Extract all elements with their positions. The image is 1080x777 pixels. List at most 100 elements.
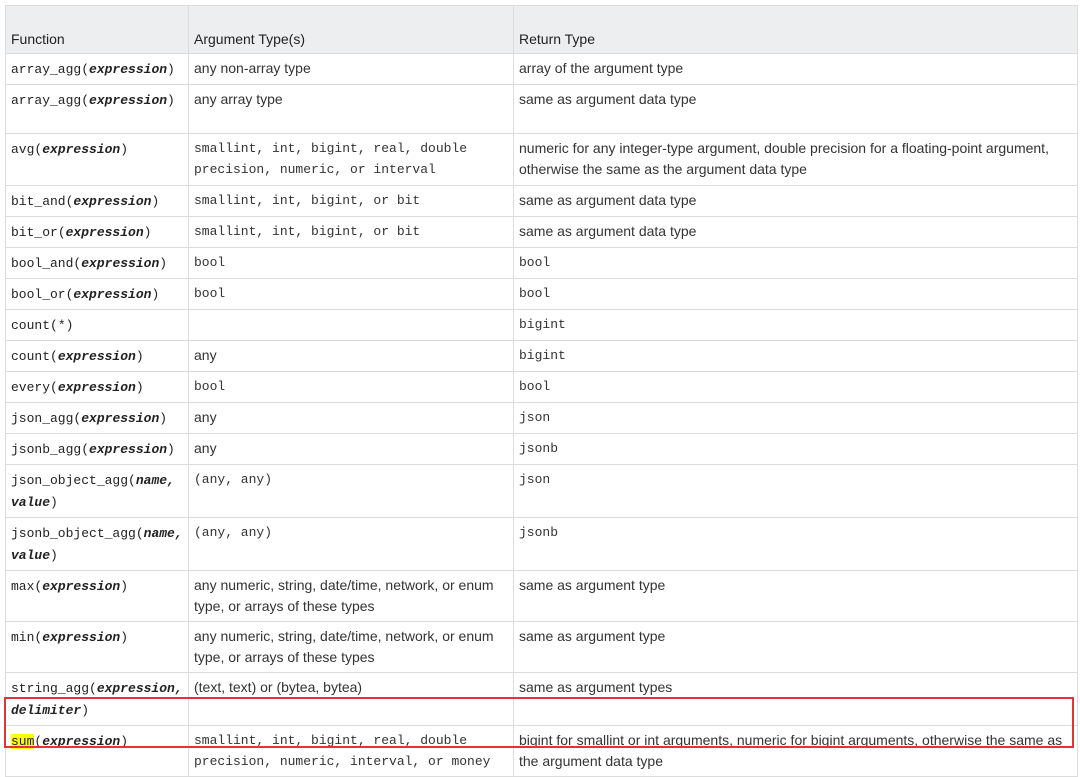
return-type-text: jsonb <box>519 525 559 540</box>
table-row: every(expression) bool bool <box>5 371 1078 403</box>
function-cell: avg(expression) <box>5 133 189 186</box>
table-row: max(expression) any numeric, string, dat… <box>5 570 1078 622</box>
return-type-cell: same as argument type <box>513 621 1078 673</box>
return-type-cell: json <box>513 402 1078 434</box>
return-type-cell: same as argument data type <box>513 216 1078 248</box>
table-row: jsonb_object_agg(name, value) (any, any)… <box>5 517 1078 571</box>
argument-types-text: any numeric, string, date/time, network,… <box>194 628 494 665</box>
function-cell: count(expression) <box>5 340 189 372</box>
argument-types-cell <box>188 309 514 341</box>
table-row: jsonb_agg(expression) any jsonb <box>5 433 1078 465</box>
argument-types-text: smallint, int, bigint, real, double prec… <box>194 141 468 177</box>
argument-types-text: smallint, int, bigint, real, double prec… <box>194 733 491 769</box>
function-args: expression <box>42 734 121 749</box>
argument-types-cell: smallint, int, bigint, real, double prec… <box>188 725 514 777</box>
function-name: bool_or <box>11 287 66 302</box>
return-type-text: same as argument type <box>519 628 666 644</box>
table-row: bit_or(expression) smallint, int, bigint… <box>5 216 1078 248</box>
argument-types-text: any array type <box>194 91 283 107</box>
argument-types-text: (any, any) <box>194 472 273 487</box>
return-type-text: bigint <box>519 317 566 332</box>
function-cell: count(*) <box>5 309 189 341</box>
argument-types-cell: (any, any) <box>188 517 514 571</box>
argument-types-cell: smallint, int, bigint, or bit <box>188 216 514 248</box>
table-row: count(expression) any bigint <box>5 340 1078 372</box>
function-cell: max(expression) <box>5 570 189 622</box>
return-type-text: json <box>519 472 551 487</box>
return-type-text: same as argument data type <box>519 192 697 208</box>
argument-types-cell: smallint, int, bigint, or bit <box>188 185 514 217</box>
return-type-cell: bigint <box>513 309 1078 341</box>
function-name: array_agg <box>11 93 82 108</box>
function-cell: bit_or(expression) <box>5 216 189 248</box>
table-row: min(expression) any numeric, string, dat… <box>5 621 1078 673</box>
return-type-cell: bigint for smallint or int arguments, nu… <box>513 725 1078 777</box>
function-cell: sum(expression) <box>5 725 189 777</box>
header-function: Function <box>5 5 189 54</box>
argument-types-text: smallint, int, bigint, or bit <box>194 224 421 239</box>
search-highlight-mark: sum <box>11 734 35 749</box>
function-name: string_agg <box>11 681 90 696</box>
function-cell: bool_and(expression) <box>5 247 189 279</box>
return-type-cell: same as argument type <box>513 570 1078 622</box>
function-args: expression <box>73 287 152 302</box>
return-type-text: bigint <box>519 348 566 363</box>
return-type-text: bool <box>519 255 551 270</box>
return-type-cell: json <box>513 464 1078 518</box>
return-type-cell: same as argument types <box>513 672 1078 726</box>
return-type-cell: jsonb <box>513 433 1078 465</box>
return-type-text: numeric for any integer-type argument, d… <box>519 140 1049 177</box>
function-args: expression <box>81 411 160 426</box>
argument-types-cell: any numeric, string, date/time, network,… <box>188 621 514 673</box>
argument-types-cell: any non-array type <box>188 53 514 85</box>
function-args: * <box>57 318 66 333</box>
function-cell: min(expression) <box>5 621 189 673</box>
header-return-type: Return Type <box>513 5 1078 54</box>
table-row: array_agg(expression) any non-array type… <box>5 53 1078 85</box>
table-row: bool_and(expression) bool bool <box>5 247 1078 279</box>
argument-types-text: (text, text) or (bytea, bytea) <box>194 679 363 695</box>
function-name: jsonb_agg <box>11 442 82 457</box>
function-args: expression <box>89 442 168 457</box>
function-args: expression <box>65 225 144 240</box>
argument-types-text: bool <box>194 286 226 301</box>
function-cell: bool_or(expression) <box>5 278 189 310</box>
function-cell: bit_and(expression) <box>5 185 189 217</box>
function-name: every <box>11 380 51 395</box>
function-name: bool_and <box>11 256 74 271</box>
function-cell: string_agg(expression, delimiter) <box>5 672 189 726</box>
function-name: array_agg <box>11 62 82 77</box>
function-name: json_object_agg <box>11 473 129 488</box>
return-type-text: json <box>519 410 551 425</box>
function-args: expression <box>42 630 121 645</box>
table-header-row: Function Argument Type(s) Return Type <box>5 5 1078 54</box>
function-name: jsonb_object_agg <box>11 526 136 541</box>
table-row: string_agg(expression, delimiter) (text,… <box>5 672 1078 726</box>
header-argument-types: Argument Type(s) <box>188 5 514 54</box>
return-type-text: jsonb <box>519 441 559 456</box>
function-name: min <box>11 630 35 645</box>
table-row-highlighted: sum(expression) smallint, int, bigint, r… <box>5 725 1078 777</box>
function-args: expression <box>57 349 136 364</box>
argument-types-cell: (any, any) <box>188 464 514 518</box>
argument-types-text: any <box>194 440 217 456</box>
function-name: count <box>11 318 51 333</box>
return-type-cell: numeric for any integer-type argument, d… <box>513 133 1078 186</box>
argument-types-text: any numeric, string, date/time, network,… <box>194 577 494 614</box>
argument-types-text: (any, any) <box>194 525 273 540</box>
return-type-cell: bool <box>513 371 1078 403</box>
function-name: max <box>11 579 35 594</box>
argument-types-cell: bool <box>188 371 514 403</box>
table-row: bit_and(expression) smallint, int, bigin… <box>5 185 1078 217</box>
function-name: bit_or <box>11 225 58 240</box>
argument-types-text: any <box>194 409 217 425</box>
table-row: bool_or(expression) bool bool <box>5 278 1078 310</box>
return-type-cell: same as argument data type <box>513 185 1078 217</box>
table-row: count(*) bigint <box>5 309 1078 341</box>
return-type-text: array of the argument type <box>519 60 684 76</box>
function-cell: array_agg(expression) <box>5 84 189 134</box>
function-args: expression <box>81 256 160 271</box>
table-row: json_object_agg(name, value) (any, any) … <box>5 464 1078 518</box>
return-type-text: same as argument types <box>519 679 673 695</box>
table-row: json_agg(expression) any json <box>5 402 1078 434</box>
